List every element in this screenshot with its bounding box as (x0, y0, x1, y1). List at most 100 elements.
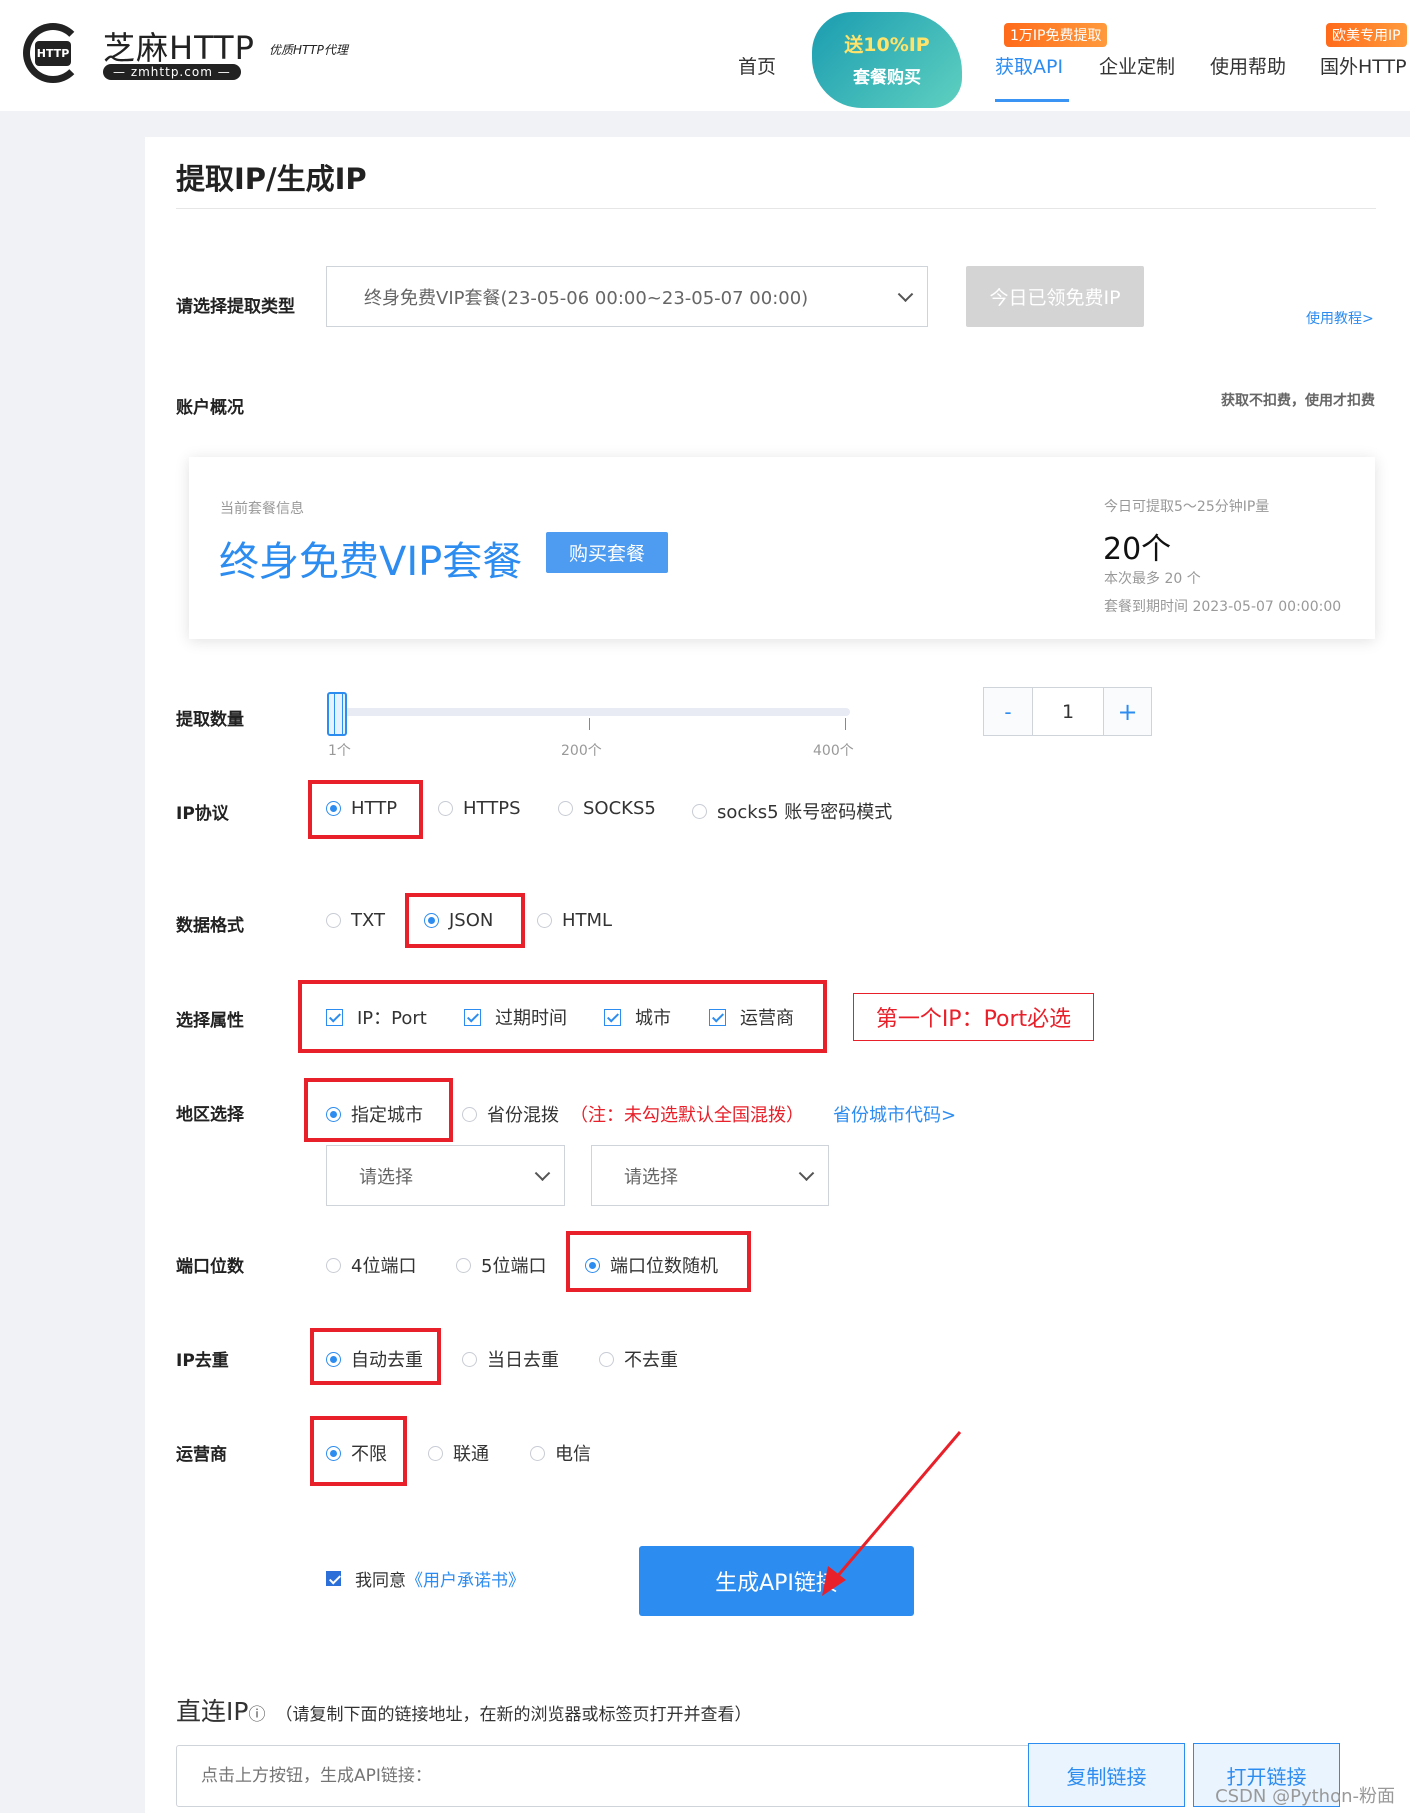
province-select[interactable]: 请选择 (326, 1145, 565, 1206)
annotation-arrow (822, 1431, 962, 1596)
protocol-https[interactable]: HTTPS (438, 798, 521, 819)
account-label: 账户概况 (176, 398, 244, 418)
radio-icon (537, 913, 552, 928)
nav-active-underline (995, 99, 1069, 102)
format-label: 数据格式 (176, 916, 244, 936)
quantity-stepper: - 1 + (983, 687, 1152, 736)
radio-icon (558, 801, 573, 816)
promo-banner[interactable]: 送10%IP 套餐购买 (812, 12, 962, 108)
isp-telecom[interactable]: 电信 (530, 1440, 591, 1466)
slider-tick (845, 718, 846, 730)
format-html[interactable]: HTML (537, 910, 612, 931)
plan-expire: 套餐到期时间 2023-05-07 00:00:00 (1104, 599, 1342, 615)
checkbox-icon (604, 1008, 621, 1026)
region-city[interactable]: 指定城市 (326, 1101, 423, 1127)
increment-button[interactable]: + (1104, 688, 1151, 735)
logo-icon: HTTP (23, 23, 83, 83)
api-link-input[interactable] (176, 1745, 1029, 1807)
nav-overseas-http[interactable]: 国外HTTP (1320, 52, 1407, 79)
quantity-label: 提取数量 (176, 710, 244, 730)
logo-name: 芝麻HTTP (103, 29, 255, 67)
tick-label: 400个 (813, 743, 854, 759)
slider-thumb[interactable] (327, 692, 347, 736)
plan-caption: 当前套餐信息 (220, 501, 304, 517)
dedup-daily[interactable]: 当日去重 (462, 1346, 559, 1372)
plan-card: 当前套餐信息 终身免费VIP套餐 购买套餐 今日可提取5～25分钟IP量 20个… (189, 457, 1375, 639)
nav-enterprise[interactable]: 企业定制 (1099, 52, 1175, 79)
type-select[interactable]: 终身免费VIP套餐(23-05-06 00:00~23-05-07 00:00) (326, 266, 928, 327)
radio-icon (326, 1351, 341, 1367)
tutorial-link[interactable]: 使用教程> (1306, 308, 1374, 328)
copy-link-button[interactable]: 复制链接 (1028, 1743, 1185, 1807)
radio-icon (424, 913, 439, 928)
radio-icon (585, 1257, 600, 1273)
attr-ip-port[interactable]: IP：Port (326, 1004, 427, 1030)
logo[interactable]: HTTP 芝麻HTTP 优质HTTP代理 — zmhttp.com — (23, 23, 363, 85)
region-code-link[interactable]: 省份城市代码> (833, 1101, 956, 1127)
nav-home[interactable]: 首页 (738, 52, 776, 79)
region-label: 地区选择 (176, 1105, 244, 1125)
protocol-http[interactable]: HTTP (326, 798, 397, 819)
attr-isp[interactable]: 运营商 (709, 1004, 794, 1030)
nav-get-api[interactable]: 获取API (995, 52, 1063, 79)
watermark: CSDN @Python-粉面 (1215, 1786, 1395, 1807)
dedup-auto[interactable]: 自动去重 (326, 1346, 423, 1372)
tick-label: 1个 (328, 743, 351, 759)
quota-value: 20个 (1103, 532, 1172, 567)
claimed-button[interactable]: 今日已领免费IP (966, 266, 1144, 327)
protocol-socks5[interactable]: SOCKS5 (558, 798, 656, 819)
protocol-label: IP协议 (176, 804, 229, 824)
direct-title-row: 直连IP ⓘ （请复制下面的链接地址，在新的浏览器或标签页打开并查看） (176, 1692, 751, 1728)
chevron-down-icon (798, 1164, 815, 1181)
quantity-input[interactable]: 1 (1033, 688, 1104, 735)
info-icon[interactable]: ⓘ (248, 1700, 265, 1725)
port-4[interactable]: 4位端口 (326, 1252, 416, 1278)
decrement-button[interactable]: - (984, 688, 1033, 735)
radio-icon (456, 1257, 471, 1273)
checkbox-icon (326, 1571, 341, 1586)
checkbox-icon (326, 1008, 343, 1026)
annotation-box: 第一个IP：Port必选 (853, 993, 1094, 1041)
region-note: （注：未勾选默认全国混拨） (570, 1105, 804, 1126)
protocol-socks5-auth[interactable]: socks5 账号密码模式 (692, 798, 892, 824)
isp-any[interactable]: 不限 (326, 1440, 387, 1466)
direct-note: （请复制下面的链接地址，在新的浏览器或标签页打开并查看） (275, 1705, 752, 1725)
chevron-down-icon (897, 285, 914, 302)
radio-icon (326, 1445, 341, 1461)
attr-city[interactable]: 城市 (604, 1004, 671, 1030)
region-province-mix[interactable]: 省份混拨 (462, 1101, 559, 1127)
slider-track (327, 708, 850, 716)
page-title: 提取IP/生成IP (176, 162, 367, 196)
radio-icon (326, 913, 341, 928)
agree-checkbox[interactable]: 我同意 《用户承诺书》 (326, 1566, 525, 1591)
type-label: 请选择提取类型 (176, 297, 295, 317)
isp-unicom[interactable]: 联通 (428, 1440, 489, 1466)
attr-expire[interactable]: 过期时间 (464, 1004, 567, 1030)
quantity-slider[interactable] (327, 688, 850, 738)
logo-slogan: 优质HTTP代理 (269, 43, 348, 57)
radio-icon (692, 803, 707, 819)
buy-plan-button[interactable]: 购买套餐 (546, 532, 668, 573)
top-header: HTTP 芝麻HTTP 优质HTTP代理 — zmhttp.com — 首页 送… (0, 0, 1410, 111)
city-select[interactable]: 请选择 (591, 1145, 829, 1206)
user-agreement-link[interactable]: 《用户承诺书》 (406, 1566, 525, 1591)
max-per-request: 本次最多 20 个 (1104, 571, 1201, 587)
account-note: 获取不扣费，使用才扣费 (1221, 393, 1375, 409)
dedup-none[interactable]: 不去重 (599, 1346, 678, 1372)
format-json[interactable]: JSON (424, 910, 493, 931)
radio-icon (428, 1445, 443, 1461)
port-5[interactable]: 5位端口 (456, 1252, 546, 1278)
chevron-down-icon (534, 1164, 551, 1181)
isp-label: 运营商 (176, 1445, 227, 1465)
radio-icon (599, 1351, 614, 1367)
nav-badge: 欧美专用IP (1326, 23, 1407, 47)
direct-title: 直连IP (176, 1697, 249, 1726)
nav-help[interactable]: 使用帮助 (1210, 52, 1286, 79)
port-label: 端口位数 (176, 1257, 244, 1277)
tick-label: 200个 (561, 743, 602, 759)
attrs-label: 选择属性 (176, 1011, 244, 1031)
format-txt[interactable]: TXT (326, 910, 385, 931)
dedup-label: IP去重 (176, 1351, 229, 1371)
port-random[interactable]: 端口位数随机 (585, 1252, 718, 1278)
radio-icon (530, 1445, 545, 1461)
